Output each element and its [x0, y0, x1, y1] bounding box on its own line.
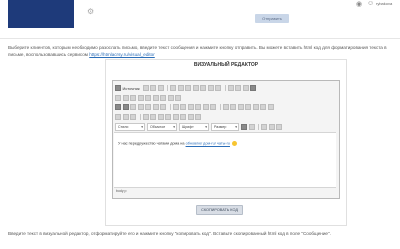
- replace-icon[interactable]: [235, 85, 242, 91]
- editor-content-text[interactable]: У нас передружество чатами дома на обнов…: [118, 141, 238, 146]
- top-bar: ⚙ Отправить ◉ ☺ rybakova: [0, 0, 400, 39]
- align-right-icon[interactable]: [237, 104, 244, 110]
- intro-text: Выберите клиентов, которым необходимо ра…: [8, 44, 388, 58]
- align-left-icon[interactable]: [222, 104, 229, 110]
- subscript-icon[interactable]: [145, 104, 151, 110]
- paste-icon[interactable]: [185, 85, 192, 91]
- undo-icon[interactable]: [207, 85, 214, 91]
- form-icon[interactable]: [115, 95, 121, 101]
- outdent-icon[interactable]: [187, 104, 194, 110]
- underline-icon[interactable]: [130, 104, 136, 110]
- toolbar-separator: [167, 85, 169, 91]
- indent-icon[interactable]: [195, 104, 201, 110]
- toolbar-row-3: [115, 103, 275, 111]
- checkbox-icon[interactable]: [122, 95, 129, 101]
- font-select[interactable]: Шрифт: [179, 123, 209, 131]
- format-select[interactable]: Обычное: [147, 123, 177, 131]
- align-justify-icon[interactable]: [245, 104, 251, 110]
- bulleted-list-icon[interactable]: [180, 104, 186, 110]
- rtl-icon[interactable]: [260, 104, 266, 110]
- bold-icon[interactable]: [115, 104, 121, 110]
- text-field-icon[interactable]: [137, 95, 144, 101]
- source-button-label[interactable]: Источник: [123, 86, 140, 91]
- hidden-field-icon[interactable]: [175, 95, 181, 101]
- link-icon[interactable]: [115, 114, 121, 120]
- find-icon[interactable]: [227, 85, 234, 91]
- toolbar-separator: [224, 85, 226, 91]
- show-blocks-icon[interactable]: [268, 124, 275, 130]
- toolbar-row-2: [115, 94, 183, 102]
- content-link[interactable]: обновлю/ дом-ru/ чаты-ru: [186, 142, 230, 146]
- italic-icon[interactable]: [122, 104, 129, 110]
- textarea-icon[interactable]: [145, 95, 151, 101]
- size-select[interactable]: Размер: [211, 123, 239, 131]
- page-break-icon[interactable]: [187, 114, 194, 120]
- blockquote-icon[interactable]: [202, 104, 209, 110]
- toolbar-separator: [139, 114, 141, 120]
- source-icon[interactable]: [115, 85, 121, 91]
- new-page-icon[interactable]: [142, 85, 149, 91]
- remove-format-icon[interactable]: [160, 104, 166, 110]
- content-prefix: У нас передружество чатами дома на: [118, 141, 185, 146]
- copy-code-button[interactable]: СКОПИРОВАТЬ КОД: [196, 205, 243, 215]
- top-send-button[interactable]: Отправить: [255, 14, 289, 23]
- gear-icon[interactable]: ⚙: [87, 8, 95, 16]
- panel-title: ВИЗУАЛЬНЫЙ РЕДАКТОР: [193, 62, 259, 68]
- paste-word-icon[interactable]: [200, 85, 207, 91]
- print-icon[interactable]: [157, 85, 164, 91]
- user-name[interactable]: rybakova: [376, 1, 392, 6]
- toolbar-row-1: Источник: [115, 84, 258, 92]
- table-icon[interactable]: [157, 114, 164, 120]
- iframe-icon[interactable]: [195, 114, 201, 120]
- toolbar-row-5: Стили Обычное Шрифт Размер: [115, 123, 284, 131]
- image-button-icon[interactable]: [167, 95, 174, 101]
- toolbar-separator: [219, 104, 221, 110]
- radio-icon[interactable]: [130, 95, 136, 101]
- user-icon[interactable]: ☺: [367, 0, 374, 7]
- toolbar-separator: [258, 124, 259, 130]
- button-field-icon[interactable]: [160, 95, 166, 101]
- select-field-icon[interactable]: [152, 95, 159, 101]
- redo-icon[interactable]: [215, 85, 222, 91]
- spellcheck-icon[interactable]: [250, 85, 257, 91]
- background-color-icon[interactable]: [248, 124, 255, 130]
- special-char-icon[interactable]: [180, 114, 186, 120]
- horizontal-rule-icon[interactable]: [165, 114, 171, 120]
- location-icon[interactable]: ◉: [356, 0, 362, 8]
- numbered-list-icon[interactable]: [172, 104, 179, 110]
- smiley-emoji-icon: [232, 141, 238, 146]
- smiley-icon[interactable]: [172, 114, 179, 120]
- visual-editor-link[interactable]: https://htmlacrsy.ru/visual_editor: [89, 52, 155, 57]
- intro-paragraph: Выберите клиентов, которым необходимо ра…: [8, 45, 387, 57]
- image-icon[interactable]: [142, 114, 149, 120]
- toolbar-separator: [169, 104, 171, 110]
- maximize-icon[interactable]: [261, 124, 267, 130]
- editor-status-path: body p: [116, 189, 127, 193]
- editor-content-area[interactable]: У нас передружество чатами дома на обнов…: [114, 132, 336, 188]
- paste-text-icon[interactable]: [192, 85, 199, 91]
- flash-icon[interactable]: [150, 114, 156, 120]
- toolbar-row-4: [115, 113, 203, 121]
- div-icon[interactable]: [210, 104, 216, 110]
- text-color-icon[interactable]: [241, 124, 247, 130]
- anchor-icon[interactable]: [130, 114, 136, 120]
- select-all-icon[interactable]: [242, 85, 249, 91]
- bottom-instruction: Введите текст в визуальной редактор, отф…: [8, 231, 331, 236]
- strike-icon[interactable]: [137, 104, 144, 110]
- about-icon[interactable]: [276, 124, 282, 130]
- preview-icon[interactable]: [150, 85, 157, 91]
- ltr-icon[interactable]: [252, 104, 259, 110]
- cut-icon[interactable]: [170, 85, 177, 91]
- banner-image: [8, 0, 74, 28]
- superscript-icon[interactable]: [152, 104, 159, 110]
- copy-icon[interactable]: [177, 85, 184, 91]
- unlink-icon[interactable]: [122, 114, 129, 120]
- style-select[interactable]: Стили: [115, 123, 145, 131]
- align-center-icon[interactable]: [230, 104, 236, 110]
- language-icon[interactable]: [267, 104, 274, 110]
